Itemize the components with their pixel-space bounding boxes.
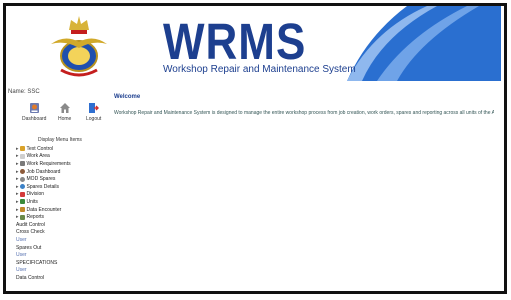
menu-item[interactable]: Spares Out: [16, 244, 71, 252]
menu-item[interactable]: ▸ Job Dashboard: [16, 168, 71, 176]
expand-icon: ▸: [16, 214, 19, 221]
menu-item[interactable]: ▸ Text Control: [16, 145, 71, 153]
menu-item[interactable]: ▸ Reports: [16, 213, 71, 221]
air-force-emblem-icon: [51, 16, 107, 77]
dashboard-button[interactable]: Dashboard: [22, 102, 46, 122]
welcome-text: Workshop Repair and Maintenance System i…: [114, 110, 494, 116]
database-icon: [19, 207, 25, 213]
welcome-heading: Welcome: [114, 94, 141, 100]
expand-icon: ▸: [16, 198, 19, 205]
menu-item[interactable]: ▸ Division: [16, 191, 71, 199]
clock-icon: [19, 169, 25, 175]
menu-item[interactable]: ▸ Units: [16, 198, 71, 206]
expand-icon: ▸: [16, 176, 19, 183]
expand-icon: ▸: [16, 145, 19, 152]
expand-icon: ▸: [16, 206, 19, 213]
expand-icon: ▸: [16, 183, 19, 190]
expand-icon: ▸: [16, 153, 19, 160]
menu-item[interactable]: ▸ Work Area: [16, 153, 71, 161]
home-icon: [59, 103, 70, 113]
header-banner: WRMS Workshop Repair and Maintenance Sys…: [45, 6, 501, 81]
globe-icon: [19, 184, 25, 190]
menu-item[interactable]: User: [16, 236, 71, 244]
menu-tree: ▸ Text Control ▸ Work Area ▸ Work Requireme…: [16, 145, 71, 282]
gear-icon: [19, 176, 25, 182]
app-window: WRMS Workshop Repair and Maintenance Sys…: [3, 3, 507, 294]
dashboard-icon: [29, 103, 39, 113]
expand-icon: ▸: [16, 160, 19, 167]
folder-icon: [19, 146, 25, 152]
menu-item[interactable]: Audit Control: [16, 221, 71, 229]
menu-item[interactable]: ▸ Data Encounter: [16, 206, 71, 214]
home-button-label: Home: [58, 116, 72, 122]
menu-item[interactable]: ▸ Spares Details: [16, 183, 71, 191]
report-icon: [19, 214, 25, 220]
menu-item[interactable]: User: [16, 251, 71, 259]
logout-button-label: Logout: [86, 116, 102, 122]
menu-item[interactable]: Cross Check: [16, 229, 71, 237]
logout-button[interactable]: Logout: [86, 102, 101, 122]
menu-item[interactable]: ▸ Work Requirements: [16, 160, 71, 168]
dashboard-button-label: Dashboard: [22, 116, 47, 122]
menu-item[interactable]: SPECIFICATIONS: [16, 259, 71, 267]
expand-icon: ▸: [16, 168, 19, 175]
menu-item[interactable]: ▸ MOD Spares: [16, 175, 71, 183]
user-icon: [19, 199, 25, 205]
menu-item[interactable]: Data Control: [16, 274, 71, 282]
home-button[interactable]: Home: [58, 102, 71, 122]
logout-icon: [89, 103, 100, 113]
flag-icon: [19, 191, 25, 197]
app-logo-title: WRMS: [163, 14, 307, 71]
list-icon: [19, 161, 25, 167]
app-subtitle: Workshop Repair and Maintenance System: [163, 64, 356, 75]
menu-tree-title: Display Menu Items: [38, 137, 82, 143]
page-icon: [19, 153, 25, 159]
menu-item[interactable]: User: [16, 267, 71, 275]
expand-icon: ▸: [16, 191, 19, 198]
user-name-label: Name: SSC: [8, 89, 40, 95]
